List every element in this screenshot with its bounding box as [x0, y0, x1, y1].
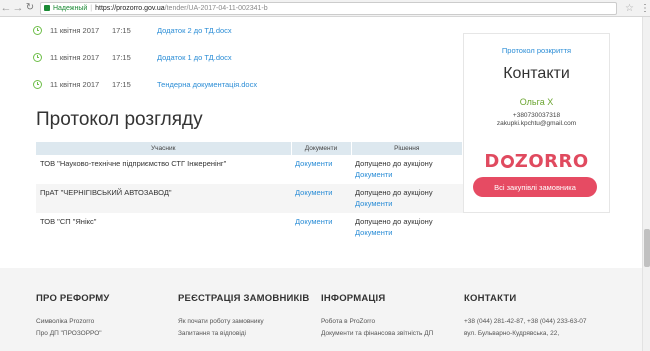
document-row: 11 квітня 2017 17:15 Тендерна документац…: [33, 77, 257, 91]
footer: ПРО РЕФОРМУ Символіка Prozorro Про ДП "П…: [0, 268, 642, 351]
clock-icon: [33, 52, 42, 62]
contact-phone: +380730037318: [512, 112, 561, 119]
decision-text: Допущено до аукціону: [355, 217, 433, 226]
table-row: ТОВ "Науково-технічне підприємство СТГ І…: [36, 155, 463, 184]
browser-toolbar: ← → ↻ Надежный | https://prozorro.gov.ua…: [0, 0, 650, 17]
footer-link[interactable]: Про ДП "ПРОЗОРРО": [36, 330, 109, 337]
document-link[interactable]: Додаток 1 до ТД.docx: [157, 53, 232, 62]
footer-column-reform: ПРО РЕФОРМУ Символіка Prozorro Про ДП "П…: [36, 293, 109, 337]
column-header-participant: Учасник: [36, 142, 292, 155]
column-header-documents: Документи: [291, 142, 352, 155]
secure-label: Надежный: [52, 4, 88, 12]
decision-documents-link[interactable]: Документи: [355, 228, 463, 237]
back-icon[interactable]: ←: [0, 1, 12, 15]
decision-text: Допущено до аукціону: [355, 159, 433, 168]
protocol-table: Учасник Документи Рішення ТОВ "Науково-т…: [36, 142, 463, 242]
address-bar[interactable]: Надежный | https://prozorro.gov.ua/tende…: [39, 1, 618, 15]
documents-link[interactable]: Документи: [295, 159, 332, 168]
footer-heading: РЕЄСТРАЦІЯ ЗАМОВНИКІВ: [178, 293, 310, 304]
documents-link[interactable]: Документи: [295, 217, 332, 226]
footer-link[interactable]: Запитання та відповіді: [178, 330, 309, 337]
clock-icon: [33, 79, 42, 89]
documents-link[interactable]: Документи: [295, 188, 332, 197]
opening-protocol-link[interactable]: Протокол розкриття: [464, 46, 609, 55]
document-row: 11 квітня 2017 17:15 Додаток 2 до ТД.doc…: [33, 23, 232, 37]
document-row: 11 квітня 2017 17:15 Додаток 1 до ТД.doc…: [33, 50, 232, 64]
table-row: ТОВ "СП "Янікс" Документи Допущено до ау…: [36, 213, 463, 242]
footer-link[interactable]: Робота в ProZorro: [321, 318, 433, 325]
bookmark-star-icon[interactable]: ☆: [625, 3, 634, 14]
participant-name: ТОВ "Науково-технічне підприємство СТГ І…: [40, 159, 227, 168]
footer-link[interactable]: Символіка Prozorro: [36, 318, 109, 325]
reload-icon[interactable]: ↻: [24, 1, 36, 15]
participant-name: ТОВ "СП "Янікс": [40, 217, 97, 226]
forward-icon[interactable]: →: [12, 1, 24, 15]
footer-phone: +38 (044) 281-42-87, +38 (044) 233-63-07: [464, 318, 587, 325]
decision-text: Допущено до аукціону: [355, 188, 433, 197]
document-link[interactable]: Тендерна документація.docx: [157, 80, 257, 89]
logo-ring: [500, 155, 514, 168]
scrollbar[interactable]: [642, 17, 650, 351]
url-path: /tender/UA-2017-04-11-002341-b: [164, 4, 268, 12]
menu-dots-icon[interactable]: ⋮: [640, 3, 650, 14]
url-domain: https://prozorro.gov.ua: [95, 4, 165, 12]
footer-column-registration: РЕЄСТРАЦІЯ ЗАМОВНИКІВ Як почати роботу з…: [178, 293, 309, 337]
lock-icon: [43, 5, 50, 11]
contact-email: zakupki.kpchtu@gmail.com: [496, 120, 577, 127]
all-customer-purchases-button[interactable]: Всі закупівлі замовника: [473, 177, 597, 197]
scrollbar-thumb[interactable]: [644, 229, 650, 267]
clock-icon: [33, 25, 42, 35]
footer-heading: ПРО РЕФОРМУ: [36, 293, 110, 304]
section-title: Протокол розгляду: [36, 109, 203, 130]
contacts-title: Контакти: [503, 65, 570, 82]
document-date: 11 квітня 2017: [50, 25, 100, 35]
table-row: ПрАТ "ЧЕРНІГІВСЬКИЙ АВТОЗАВОД" Документи…: [36, 184, 463, 213]
footer-heading: КОНТАКТИ: [464, 293, 517, 304]
contacts-card: Протокол розкриття Контакти Ольга Х +380…: [463, 33, 610, 213]
document-link[interactable]: Додаток 2 до ТД.docx: [157, 26, 232, 35]
footer-column-information: ІНФОРМАЦІЯ Робота в ProZorro Документи т…: [321, 293, 433, 337]
dozorro-logo[interactable]: D ZORRO: [464, 151, 609, 172]
document-time: 17:15: [112, 52, 131, 62]
contact-name: Ольга Х: [519, 97, 554, 107]
footer-column-contacts: КОНТАКТИ +38 (044) 281-42-87, +38 (044) …: [464, 293, 587, 337]
document-date: 11 квітня 2017: [50, 52, 100, 62]
url-separator: |: [90, 4, 93, 12]
document-date: 11 квітня 2017: [50, 79, 100, 89]
participant-name: ПрАТ "ЧЕРНІГІВСЬКИЙ АВТОЗАВОД": [36, 184, 291, 213]
document-time: 17:15: [112, 25, 131, 35]
column-header-decision: Рішення: [351, 142, 463, 155]
footer-link[interactable]: Документи та фінансова звітність ДП: [321, 330, 433, 337]
decision-documents-link[interactable]: Документи: [355, 199, 463, 208]
footer-heading: ІНФОРМАЦІЯ: [321, 293, 386, 304]
footer-link[interactable]: Як почати роботу замовнику: [178, 318, 309, 325]
decision-documents-link[interactable]: Документи: [355, 170, 463, 179]
document-time: 17:15: [112, 79, 131, 89]
footer-address: вул. Бульварно-Кудрявська, 22,: [464, 330, 560, 337]
